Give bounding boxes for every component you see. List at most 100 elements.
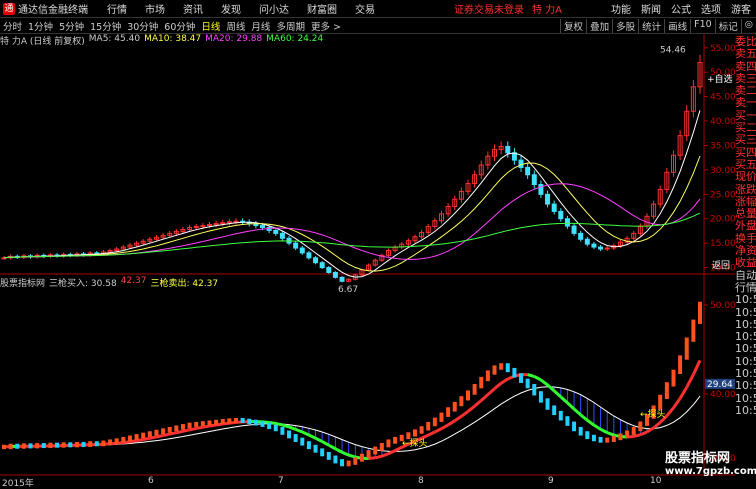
buy-line-segment xyxy=(574,409,581,415)
x-tick-label: 2015年 xyxy=(2,476,34,489)
y-tick-label: 55.00 xyxy=(710,44,736,54)
ind-candle xyxy=(333,456,337,464)
ind-candle xyxy=(314,445,318,453)
ind-candle xyxy=(267,423,271,429)
candle-body xyxy=(333,272,337,277)
side-item[interactable]: 外盘 xyxy=(735,220,756,232)
candle-body xyxy=(214,224,218,225)
side-item[interactable]: 收益 xyxy=(735,257,756,269)
ind-candle xyxy=(373,447,377,455)
side-item[interactable]: 总量 xyxy=(735,208,756,220)
ind-candle xyxy=(347,461,351,467)
candle-body xyxy=(605,248,609,249)
side-item[interactable]: 买四 xyxy=(735,147,756,159)
buy-line-segment xyxy=(488,389,495,395)
side-item[interactable]: 买三 xyxy=(735,134,756,146)
ind-candle xyxy=(552,405,556,415)
side-item[interactable]: 10:5 xyxy=(735,343,756,355)
side-item[interactable]: 10:5 xyxy=(735,319,756,331)
ind-candle xyxy=(148,431,152,437)
side-item[interactable]: 10:5 xyxy=(735,405,756,417)
buy-line-segment xyxy=(322,442,329,446)
side-item[interactable]: 卖五 xyxy=(735,48,756,60)
x-tick-label: 10 xyxy=(650,476,661,486)
side-item[interactable]: 涨跌 xyxy=(735,184,756,196)
y-tick-label: 45.00 xyxy=(710,93,736,103)
back-button[interactable]: 返回 xyxy=(712,259,730,271)
candle-body xyxy=(585,239,589,244)
buy-line-segment xyxy=(455,416,462,421)
ind-candle xyxy=(29,443,33,448)
buy-line-segment xyxy=(607,433,614,435)
mid-value: 42.37 xyxy=(121,276,147,288)
ind-candle xyxy=(393,437,397,444)
ind-candle xyxy=(546,398,550,409)
candle-body xyxy=(546,194,550,204)
x-tick-label: 8 xyxy=(418,476,424,486)
candle-body xyxy=(320,263,324,268)
ind-candle xyxy=(2,445,6,449)
ind-candle xyxy=(585,431,589,439)
buy-line-segment xyxy=(461,411,468,416)
side-item[interactable]: 行情 xyxy=(735,282,756,294)
candle-body xyxy=(280,233,284,238)
ind-candle xyxy=(287,431,291,439)
ind-y-tick-label: 50.00 xyxy=(710,301,736,311)
buy-line-segment xyxy=(395,447,402,450)
buy-line-segment xyxy=(170,433,177,434)
y-tick-label: 30.00 xyxy=(710,166,736,176)
side-item[interactable]: 10:5 xyxy=(735,393,756,405)
side-item[interactable]: 买二 xyxy=(735,122,756,134)
ind-candle xyxy=(214,420,218,425)
candle-body xyxy=(519,160,523,167)
buy-line-segment xyxy=(349,455,356,457)
ind-candle xyxy=(201,421,205,426)
side-item[interactable]: 卖二 xyxy=(735,85,756,97)
buy-line-segment xyxy=(143,438,150,439)
side-item[interactable]: 自动 xyxy=(735,270,756,282)
side-item[interactable]: 10:5 xyxy=(735,356,756,368)
ind-candle xyxy=(446,407,450,417)
kline-chart[interactable]: 55.0050.0045.0040.0035.0030.0025.0020.00… xyxy=(0,0,756,487)
side-item[interactable]: 卖四 xyxy=(735,61,756,73)
buy-line-segment xyxy=(594,425,601,429)
y-tick-label: 35.00 xyxy=(710,141,736,151)
side-item[interactable]: 卖三 xyxy=(735,73,756,85)
side-item[interactable]: 10:5 xyxy=(735,307,756,319)
side-item[interactable]: 涨幅 xyxy=(735,196,756,208)
ind-candle xyxy=(691,320,695,342)
ind-candle xyxy=(625,431,629,438)
indicator-info-bar: 股票指标网 三枪买入: 30.58 42.37 三枪卖出: 42.37 xyxy=(0,276,222,288)
buy-line-segment xyxy=(654,423,661,428)
side-item[interactable]: 10:5 xyxy=(735,380,756,392)
side-item[interactable]: 10:5 xyxy=(735,368,756,380)
side-item[interactable]: 换手 xyxy=(735,233,756,245)
side-item[interactable]: 10:5 xyxy=(735,331,756,343)
side-item[interactable]: 卖一 xyxy=(735,97,756,109)
buy-line-segment xyxy=(276,423,283,425)
buy-line-segment xyxy=(693,360,700,374)
ma10-line xyxy=(4,156,700,271)
ind-candle xyxy=(15,444,19,449)
indicator-title: 股票指标网 xyxy=(0,276,45,288)
buy-line-segment xyxy=(501,379,508,383)
side-item[interactable]: 买一 xyxy=(735,110,756,122)
side-item[interactable]: 净资 xyxy=(735,245,756,257)
side-item[interactable]: 10:5 xyxy=(735,294,756,306)
add-favorite-button[interactable]: +自选 xyxy=(707,73,733,85)
candle-body xyxy=(221,223,225,224)
buy-line-segment xyxy=(382,454,389,456)
side-item[interactable]: 买五 xyxy=(735,159,756,171)
ind-candle xyxy=(493,365,497,374)
ind-candle xyxy=(539,391,543,402)
side-item[interactable]: 现价 xyxy=(735,171,756,183)
candle-body xyxy=(274,230,278,233)
candle-body xyxy=(506,146,510,152)
candle-body xyxy=(261,226,265,228)
buy-line-segment xyxy=(375,456,382,458)
ind-candle xyxy=(340,459,344,466)
side-item[interactable]: 委比 xyxy=(735,36,756,48)
candle-body xyxy=(307,253,311,258)
probe-note: ←探头 xyxy=(402,437,428,449)
watermark: 股票指标网 www.7gpzb.com xyxy=(665,452,756,478)
